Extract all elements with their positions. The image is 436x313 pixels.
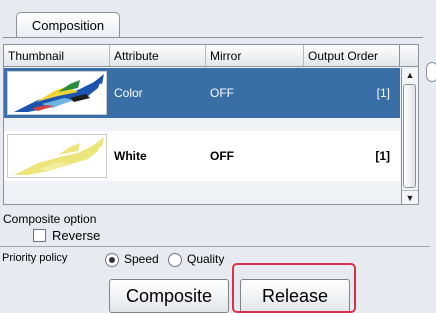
mirror-cell: OFF	[210, 149, 234, 163]
output-order-cell: [1]	[375, 149, 390, 163]
speed-label[interactable]: Speed	[124, 252, 159, 266]
panel-border	[3, 37, 423, 38]
composition-table: Thumbnail Attribute Mirror Output Order …	[3, 44, 419, 205]
output-order-cell: [1]	[376, 86, 390, 100]
radio-selected-dot-icon	[109, 257, 115, 263]
thumbnail-white-image	[7, 134, 107, 178]
quality-label[interactable]: Quality	[187, 252, 224, 266]
scroll-up-icon[interactable]: ▲	[402, 68, 418, 82]
reverse-checkbox[interactable]	[33, 229, 46, 242]
table-scrollbar[interactable]: ▲ ▼	[401, 68, 418, 204]
table-row[interactable]: Color OFF [1]	[4, 68, 400, 118]
reverse-label[interactable]: Reverse	[52, 228, 100, 243]
mirror-cell: OFF	[210, 86, 234, 100]
composite-button[interactable]: Composite	[109, 279, 229, 313]
thumbnail-cell	[4, 131, 110, 181]
speed-radio[interactable]	[105, 253, 119, 267]
attribute-cell: Color	[114, 86, 143, 100]
table-header: Thumbnail Attribute Mirror Output Order	[4, 45, 418, 67]
scrollbar-thumb[interactable]	[403, 84, 416, 188]
header-output-order[interactable]: Output Order	[304, 45, 400, 66]
scroll-down-icon[interactable]: ▼	[402, 190, 418, 204]
header-thumbnail[interactable]: Thumbnail	[4, 45, 110, 66]
table-row[interactable]: White OFF [1]	[4, 131, 400, 181]
priority-policy-label: Priority policy	[2, 252, 68, 264]
composite-option-title: Composite option	[3, 212, 97, 226]
header-attribute[interactable]: Attribute	[110, 45, 206, 66]
thumbnail-cell	[4, 68, 110, 118]
header-mirror[interactable]: Mirror	[206, 45, 304, 66]
divider	[0, 246, 430, 247]
panel-resize-handle[interactable]	[426, 62, 436, 82]
attribute-cell: White	[114, 149, 147, 163]
release-highlight-box	[232, 263, 356, 313]
tab-composition-label: Composition	[31, 18, 105, 33]
thumbnail-color-image	[7, 71, 107, 115]
tab-composition[interactable]: Composition	[16, 12, 120, 38]
quality-radio[interactable]	[168, 253, 182, 267]
